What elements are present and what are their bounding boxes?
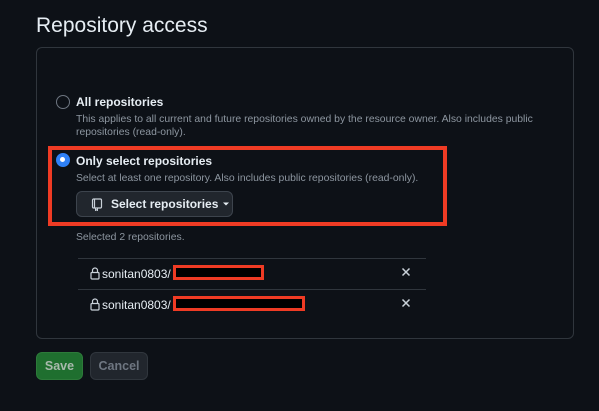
option-all-repositories-label[interactable]: All repositories [76,95,163,109]
repository-owner: sonitan0803/ [102,298,171,312]
lock-icon [90,298,100,311]
option-only-select-description: Select at least one repository. Also inc… [76,173,419,184]
selected-repositories-count: Selected 2 repositories. [76,232,185,243]
save-button[interactable]: Save [36,352,83,380]
redacted-repository-name [173,265,264,280]
repo-icon [91,197,103,211]
option-only-select-label[interactable]: Only select repositories [76,154,212,168]
repository-row: sonitan0803/ [78,259,426,289]
option-all-repositories-description: This applies to all current and future r… [76,114,533,138]
caret-down-icon [222,201,230,207]
close-icon[interactable] [401,267,411,277]
redacted-repository-name [173,296,305,311]
cancel-button[interactable]: Cancel [90,352,148,380]
section-title: Repository access [36,14,208,37]
select-repositories-button[interactable]: Select repositories [76,191,233,217]
repository-row: sonitan0803/ [78,290,426,320]
lock-icon [90,267,100,280]
close-icon[interactable] [401,298,411,308]
radio-only-select-repositories[interactable] [56,153,70,167]
radio-all-repositories[interactable] [56,95,70,109]
repository-owner: sonitan0803/ [102,267,171,281]
select-repositories-label: Select repositories [111,197,219,211]
